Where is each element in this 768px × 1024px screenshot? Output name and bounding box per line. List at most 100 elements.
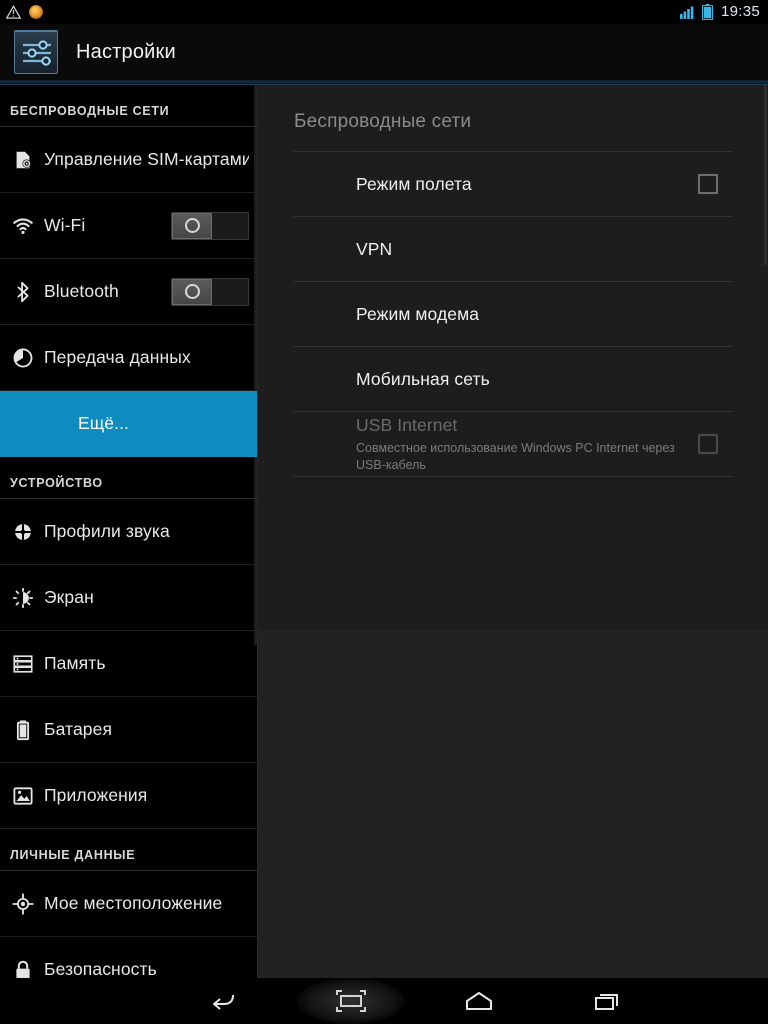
preference-title: Режим полета [356,174,698,195]
preference-title: Мобильная сеть [356,369,724,390]
storage-icon [12,653,34,675]
action-bar: Настройки [0,24,768,80]
wifi-icon [12,215,34,237]
preference-text: VPN [356,239,724,260]
sidebar-section-header: УСТРОЙСТВО [0,457,257,499]
sidebar-item-label: Передача данных [44,347,191,368]
sidebar-item-label: Мое местоположение [44,893,222,914]
back-arrow-glyph [208,989,238,1013]
sidebar-section-header: ЛИЧНЫЕ ДАННЫЕ [0,829,257,871]
sidebar-item-профили-звука[interactable]: Профили звука [0,499,257,565]
data-usage-icon [10,347,36,369]
home-icon[interactable] [424,978,534,1024]
signal-bars-icon [680,5,696,19]
detail-scrollbar[interactable] [764,85,767,265]
preference-row-режим-модема[interactable]: Режим модема [294,281,732,346]
toggle-switch-wi-fi[interactable] [171,212,249,240]
display-brightness-icon [12,587,34,609]
sidebar-item-безопасность[interactable]: Безопасность [0,937,257,978]
storage-icon [10,653,36,675]
bluetooth-icon [12,281,34,303]
battery-icon [702,4,713,20]
sidebar-item-bluetooth[interactable]: Bluetooth [0,259,257,325]
lock-icon [12,959,34,979]
settings-sidebar[interactable]: БЕСПРОВОДНЫЕ СЕТИ Управление SIM-картами W… [0,85,258,978]
android-settings-screen: 19:35 Настройки БЕСПРОВОДНЫЕ СЕТИ Управле… [0,0,768,1024]
sidebar-item-передача-данных[interactable]: Передача данных [0,325,257,391]
wifi-icon [10,215,36,237]
preference-title: VPN [356,239,724,260]
display-brightness-icon [10,587,36,609]
sidebar-item-экран[interactable]: Экран [0,565,257,631]
detail-pane-empty-area [258,630,768,978]
sidebar-item-label: Профили звука [44,521,170,542]
preference-list-end-divider [294,476,732,477]
toggle-thumb [172,213,212,239]
battery-icon [12,719,34,741]
sync-circle-icon [29,5,43,19]
page-title: Настройки [76,41,176,64]
checkbox-usb-internet [698,434,718,454]
lock-icon [10,959,36,979]
sidebar-item-label: Экран [44,587,94,608]
location-icon [10,893,36,915]
sound-profiles-icon [12,521,34,543]
recent-apps-glyph [592,989,622,1013]
apps-icon [12,785,34,807]
detail-header: Беспроводные сети [294,85,732,151]
sidebar-item-батарея[interactable]: Батарея [0,697,257,763]
sidebar-item-память[interactable]: Память [0,631,257,697]
content-area: БЕСПРОВОДНЫЕ СЕТИ Управление SIM-картами W… [0,85,768,978]
status-bar-clock: 19:35 [721,0,760,24]
sidebar-item-label: Управление SIM-картами [44,149,249,170]
system-navigation-bar [0,978,768,1024]
sim-card-icon [12,149,34,171]
status-bar: 19:35 [0,0,768,24]
detail-pane: Беспроводные сети Режим полета VPN Режим м… [258,85,768,978]
location-icon [12,893,34,915]
sidebar-item-label: Wi-Fi [44,215,85,236]
home-glyph [463,990,495,1012]
settings-sliders-glyph [15,31,59,75]
preference-text: Режим модема [356,304,724,325]
recents-icon[interactable] [552,978,662,1024]
preference-row-режим-полета[interactable]: Режим полета [294,151,732,216]
apps-icon [10,785,36,807]
toggle-switch-bluetooth[interactable] [171,278,249,306]
toggle-thumb [172,279,212,305]
back-icon[interactable] [168,978,278,1024]
sidebar-item-мое-местоположение[interactable]: Мое местоположение [0,871,257,937]
sim-card-icon [10,149,36,171]
sidebar-item-приложения[interactable]: Приложения [0,763,257,829]
sidebar-section-header: БЕСПРОВОДНЫЕ СЕТИ [0,85,257,127]
sidebar-item-label: Bluetooth [44,281,119,302]
checkbox-режим-полета[interactable] [698,174,718,194]
sound-profiles-icon [10,521,36,543]
preference-text: USB Internet Совместное использование Win… [356,415,698,473]
sidebar-item-label: Безопасность [44,959,157,978]
sidebar-item-ещё[interactable]: Ещё... [0,391,257,457]
preference-text: Мобильная сеть [356,369,724,390]
preference-summary: Совместное использование Windows PC Inte… [356,440,686,473]
detail-preference-list: Беспроводные сети Режим полета VPN Режим м… [258,85,768,477]
data-usage-icon [12,347,34,369]
sidebar-item-label: Батарея [44,719,112,740]
preference-row-vpn[interactable]: VPN [294,216,732,281]
sidebar-item-label: Память [44,653,106,674]
status-bar-right-icons: 19:35 [680,0,760,24]
sidebar-item-label: Ещё... [44,413,129,434]
bluetooth-icon [10,281,36,303]
battery-icon [10,719,36,741]
screenshot-capture-glyph [334,988,368,1014]
sidebar-item-wi-fi[interactable]: Wi-Fi [0,193,257,259]
preference-title: Режим модема [356,304,724,325]
preference-row-мобильная-сеть[interactable]: Мобильная сеть [294,346,732,411]
settings-sliders-icon[interactable] [14,30,58,74]
status-bar-left-icons [6,5,43,20]
preference-row-usb-internet: USB Internet Совместное использование Win… [294,411,732,476]
preference-title: USB Internet [356,415,698,436]
screenshot-icon[interactable] [296,978,406,1024]
sidebar-item-label: Приложения [44,785,147,806]
sidebar-item-управление-sim-картами[interactable]: Управление SIM-картами [0,127,257,193]
warning-triangle-icon [6,5,21,20]
